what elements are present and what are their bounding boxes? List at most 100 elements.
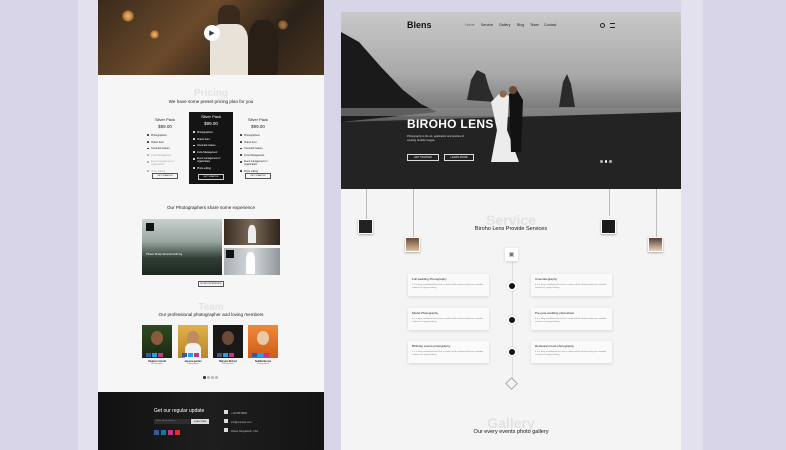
facebook-icon[interactable] [217,353,222,357]
facebook-icon[interactable] [154,430,159,435]
social-links [217,353,234,357]
gallery-title: Our every events photo gallery [473,429,549,435]
service-card[interactable]: Full wedding Photography It is a long es… [408,274,489,296]
brand-logo[interactable]: Blens [407,20,432,30]
linkedin-icon[interactable] [161,430,166,435]
plan-features: Photographers Videos hour Cinematic feat… [193,131,233,170]
pricing-card-3: Silver Pack $99.00 Photographers Videos … [236,115,280,183]
service-card[interactable]: Model Photography It is a long establish… [408,308,489,330]
wedding-couple-photo-2 [224,248,280,275]
get-started-button[interactable]: GET STARTED [407,154,439,161]
camera-icon: ▣ [505,248,518,261]
footer-contact: +12345678900 info@example.com Dhaka, Ban… [224,409,258,436]
service-card[interactable]: Restaurant food photography It is a long… [531,341,612,363]
menu-icon[interactable] [610,23,615,28]
plan-feature: Invite Management [147,154,187,157]
service-description: It is a long established fact that a rea… [412,318,484,324]
left-backdrop [78,0,98,450]
hero-slider-dots[interactable] [600,160,612,163]
team-member-card: Maryam Elshed Photographer [213,325,243,367]
nav-gallery[interactable]: Gallery [499,23,510,27]
service-card[interactable]: Cinematography It is a long established … [531,274,612,296]
plan-feature: Cinematic feature [240,147,280,150]
pricing-ghost-title: Pricing [194,88,228,99]
service-title-text: Cinematography [535,277,558,281]
social-links [182,353,199,357]
plan-feature: Videos hour [193,138,233,141]
service-title: Biroho Lens Provide Services [474,226,548,232]
member-role: Photographer [186,363,200,365]
instagram-icon[interactable] [264,353,269,357]
service-title-text: Restaurant food photography [535,344,574,348]
diamond-icon [505,377,518,390]
team-member-card: Stephen Arnold Photographer [142,325,172,367]
plan-feature: Photo editing [193,167,233,170]
nav-team[interactable]: Team [530,23,539,27]
instagram-icon[interactable] [229,353,234,357]
facebook-icon[interactable] [182,353,187,357]
team-carousel-dots[interactable] [203,376,218,379]
experience-logo-icon [146,223,154,231]
plan-feature: Event management or organization [193,157,233,163]
member-role: Photographer [221,363,235,365]
twitter-icon[interactable] [152,353,157,357]
twitter-icon[interactable] [188,353,193,357]
pricing-subtitle: We have some preset pricing plan for you [168,99,254,104]
service-description: It is a long established fact that a rea… [535,351,607,357]
youtube-icon[interactable] [175,430,180,435]
plan-price: $99.00 [158,124,172,129]
plan-name: Silver Pack [247,117,268,122]
nav-blog[interactable]: Blog [517,23,524,27]
video-hero-image: ▶ [98,0,324,75]
get-started-button[interactable]: GET STARTED [245,173,271,179]
play-video-button[interactable]: ▶ [204,25,220,41]
team-member-card: Jessica garden Photographer [178,325,208,367]
phone-icon [224,410,228,414]
plan-price: $99.00 [251,124,265,129]
nav-contact[interactable]: Contact [544,23,556,27]
plan-feature: Invite Management [240,154,280,157]
learn-more-button[interactable]: LEARN MORE [444,154,474,161]
experience-title: Our Photographers share some experience [166,205,256,210]
search-icon[interactable] [600,23,605,28]
nav-home[interactable]: Home [465,23,475,27]
plan-name: Silver Pack [154,117,175,122]
plan-feature: Cinematic feature [193,144,233,147]
timeline-dot [509,283,515,289]
service-title-text: Pre-post wedding photoshoot [535,311,575,315]
team-subtitle: Our professional photographer and loving… [158,312,264,317]
facebook-icon[interactable] [252,353,257,357]
right-page-mockup: Blens Home Service Gallery Blog Team Con… [341,12,681,450]
member-photo [213,325,243,358]
service-description: It is a long established fact that a rea… [535,284,607,290]
instagram-icon[interactable] [168,430,173,435]
get-started-button[interactable]: GET STARTED [198,174,224,180]
team-member-card: Sebilla Nessie Photographer [248,325,278,367]
get-started-button[interactable]: GET STARTED [152,173,178,179]
location-icon [224,428,228,432]
twitter-icon[interactable] [223,353,228,357]
wedding-couple-photo-1 [224,219,280,245]
service-description: It is a long established fact that a rea… [535,318,607,324]
timeline-dot [509,349,515,355]
plan-feature: Photographers [147,134,187,137]
twitter-icon[interactable] [258,353,263,357]
plan-feature: Event management or organization [147,160,187,166]
service-title-text: Model Photography [412,311,439,315]
instagram-icon[interactable] [194,353,199,357]
instagram-icon[interactable] [158,353,163,357]
email-input[interactable]: Enter email address [154,419,190,424]
more-experience-button[interactable]: MORE EXPERIENCE [198,281,224,287]
service-card[interactable]: Pre-post wedding photoshoot It is a long… [531,308,612,330]
nav-service[interactable]: Service [481,23,493,27]
experience-badge-icon [226,250,234,258]
social-links [252,353,269,357]
subscribe-button[interactable]: SUBSCRIBE [191,419,209,424]
member-photo [248,325,278,358]
plan-name: Silver Pack [200,114,221,119]
contact-phone: +12345678900 [231,412,248,415]
facebook-icon[interactable] [146,353,151,357]
service-card[interactable]: Birthday events photography It is a long… [408,341,489,363]
plan-feature: Videos hour [147,141,187,144]
contact-email: info@example.com [231,421,252,424]
